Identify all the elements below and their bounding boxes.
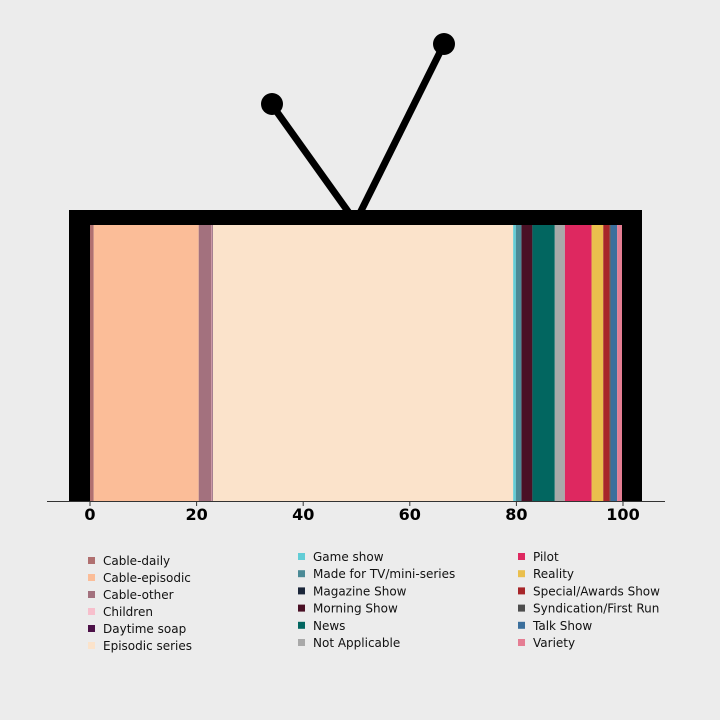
- antenna-right-rod: [354, 42, 448, 219]
- bar-segment-special-awards-show: [603, 225, 610, 501]
- tv-antenna: [261, 33, 455, 220]
- legend-label-cable-other: Cable-other: [103, 588, 174, 602]
- bar-segment-cable-other: [198, 225, 212, 501]
- bar-segment-pilot: [564, 225, 592, 501]
- legend-swatch-syndication-first-run: [518, 604, 525, 612]
- bar-segment-episodic-series: [212, 225, 514, 501]
- legend-swatch-magazine-show: [298, 587, 305, 595]
- legend-label-reality: Reality: [533, 567, 574, 581]
- x-tick-label: 0: [84, 505, 95, 524]
- bar-segment-cable-daily: [90, 225, 94, 501]
- bar-segment-news: [532, 225, 555, 501]
- bar-segment-daytime-soap: [212, 225, 213, 501]
- antenna-left-knob: [261, 93, 283, 115]
- legend-swatch-news: [298, 621, 305, 629]
- legend-swatch-talk-show: [518, 621, 525, 629]
- legend-swatch-variety: [518, 639, 525, 646]
- bar-segment-syndication-first-run: [609, 225, 611, 501]
- legend-label-game-show: Game show: [313, 550, 384, 564]
- bar-segment-morning-show: [521, 225, 533, 501]
- legend-label-pilot: Pilot: [533, 550, 559, 564]
- legend-swatch-game-show: [298, 553, 305, 560]
- legend-label-morning-show: Morning Show: [313, 602, 398, 616]
- tv-frame-top: [69, 210, 642, 225]
- legend-swatch-children: [88, 608, 95, 615]
- legend-label-made-for-tv-mini-series: Made for TV/mini-series: [313, 567, 455, 581]
- legend-label-cable-daily: Cable-daily: [103, 554, 170, 568]
- legend-swatch-daytime-soap: [88, 625, 95, 632]
- legend-swatch-made-for-tv-mini-series: [298, 570, 305, 578]
- legend-label-syndication-first-run: Syndication/First Run: [533, 602, 659, 616]
- x-tick-label: 60: [399, 505, 421, 524]
- legend-swatch-episodic-series: [88, 642, 95, 649]
- bar-segment-talk-show: [610, 225, 618, 501]
- legend-label-children: Children: [103, 605, 153, 619]
- antenna-left-rod: [269, 102, 355, 220]
- legend-swatch-cable-episodic: [88, 574, 95, 581]
- bar-segment-reality: [591, 225, 604, 501]
- legend-swatch-morning-show: [298, 604, 305, 612]
- x-tick-label: 40: [292, 505, 314, 524]
- legend: Cable-daily Cable-episodic Cable-other Chil…: [88, 550, 660, 653]
- antenna-right-knob: [433, 33, 455, 55]
- bar-segment-not-applicable: [554, 225, 565, 501]
- tv-frame-left: [69, 210, 90, 502]
- legend-label-special-awards-show: Special/Awards Show: [533, 584, 660, 598]
- bar-segment-game-show: [513, 225, 516, 501]
- x-axis-ticks: 0 20 40 60 80 100: [84, 501, 640, 524]
- legend-label-cable-episodic: Cable-episodic: [103, 571, 191, 585]
- x-tick-label: 100: [606, 505, 639, 524]
- legend-swatch-reality: [518, 570, 525, 578]
- bar-segment-cable-episodic: [93, 225, 199, 501]
- legend-label-news: News: [313, 619, 345, 633]
- legend-swatch-not-applicable: [298, 639, 305, 646]
- bar-segment-made-for-tv-mini-series: [515, 225, 522, 501]
- legend-label-daytime-soap: Daytime soap: [103, 622, 186, 636]
- legend-swatch-cable-daily: [88, 557, 95, 564]
- x-tick-label: 20: [185, 505, 207, 524]
- legend-label-talk-show: Talk Show: [532, 619, 592, 633]
- legend-swatch-pilot: [518, 553, 525, 560]
- stacked-bar: [90, 225, 623, 501]
- legend-label-episodic-series: Episodic series: [103, 639, 192, 653]
- x-tick-label: 80: [505, 505, 527, 524]
- legend-label-magazine-show: Magazine Show: [313, 584, 407, 598]
- bar-segment-children: [211, 225, 213, 501]
- legend-label-variety: Variety: [533, 636, 575, 650]
- tv-stacked-bar-chart: 0 20 40 60 80 100 Cable-dailyCable-episodicCa…: [47, 33, 665, 653]
- legend-label-not-applicable: Not Applicable: [313, 636, 400, 650]
- tv-frame-right: [622, 210, 642, 502]
- legend-swatch-cable-other: [88, 591, 95, 598]
- bar-segment-magazine-show: [521, 225, 522, 501]
- legend-swatch-special-awards-show: [518, 587, 525, 595]
